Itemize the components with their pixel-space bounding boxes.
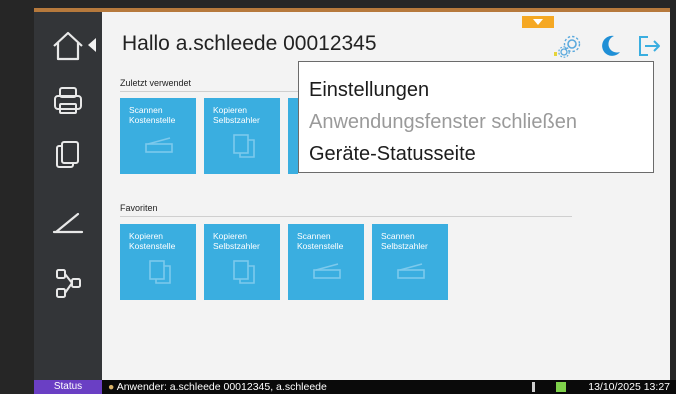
workflow-icon[interactable] <box>48 262 88 302</box>
logout-icon[interactable] <box>634 32 662 60</box>
tile-fav-scannen-kostenstelle[interactable]: Scannen Kostenstelle <box>288 224 364 300</box>
user-text: Anwender: a.schleede 00012345, a.schleed… <box>116 381 327 393</box>
tile-fav-kopieren-selbstzahler[interactable]: Kopieren Selbstzahler <box>204 224 280 300</box>
recent-divider <box>120 91 300 92</box>
tile-line2: Kostenstelle <box>129 241 176 251</box>
tile-line1: Scannen <box>297 231 331 241</box>
recent-section-label: Zuletzt verwendet <box>120 78 192 88</box>
favorites-section-label: Favoriten <box>120 203 158 213</box>
printer-icon[interactable] <box>48 80 88 120</box>
user-icon: ● <box>108 381 115 393</box>
status-button[interactable]: Status <box>34 380 102 394</box>
tile-line1: Kopieren <box>213 105 248 115</box>
sidebar <box>34 12 102 380</box>
favorites-divider <box>120 216 572 217</box>
tile-recent-partial[interactable] <box>288 98 298 174</box>
menu-item-device-status[interactable]: Geräte-Statusseite <box>309 138 653 170</box>
datetime: 13/10/2025 13:27 <box>588 381 670 393</box>
tile-line1: Scannen <box>381 231 415 241</box>
tile-line1: Kopieren <box>213 231 248 241</box>
tile-line1: Scannen <box>129 105 163 115</box>
copy-doc-icon <box>142 258 176 284</box>
menu-item-einstellungen[interactable]: Einstellungen <box>309 74 653 106</box>
copy-doc-icon <box>226 258 260 284</box>
tile-recent-kopieren-selbstzahler[interactable]: Kopieren Selbstzahler <box>204 98 280 174</box>
tile-line2: Selbstzahler <box>213 115 260 125</box>
network-status-icon <box>556 382 566 392</box>
home-icon[interactable] <box>48 26 88 66</box>
tile-fav-scannen-selbstzahler[interactable]: Scannen Selbstzahler <box>372 224 448 300</box>
menu-item-close-window: Anwendungsfenster schließen <box>309 111 577 133</box>
settings-dropdown-menu: Einstellungen Anwendungsfenster schließe… <box>298 61 654 173</box>
copy-icon[interactable] <box>48 136 88 176</box>
tile-line2: Kostenstelle <box>129 115 176 125</box>
settings-gear-icon[interactable] <box>556 32 584 60</box>
page-title: Hallo a.schleede 00012345 <box>122 32 377 55</box>
moon-icon[interactable] <box>596 32 624 60</box>
active-indicator <box>88 38 96 52</box>
tile-line2: Selbstzahler <box>213 241 260 251</box>
tile-line2: Kostenstelle <box>297 241 344 251</box>
scanner-icon[interactable] <box>48 202 88 242</box>
tile-fav-kopieren-kostenstelle[interactable]: Kopieren Kostenstelle <box>120 224 196 300</box>
signal-icon <box>532 382 535 392</box>
tile-line2: Selbstzahler <box>381 241 428 251</box>
indicator-mark <box>554 52 557 56</box>
status-bar: Status ● Anwender: a.schleede 00012345, … <box>34 380 676 394</box>
tile-line1: Kopieren <box>129 231 164 241</box>
tile-recent-scannen-kostenstelle[interactable]: Scannen Kostenstelle <box>120 98 196 174</box>
scan-icon <box>310 258 344 284</box>
pull-down-tab[interactable] <box>522 16 554 28</box>
app-window: Hallo a.schleede 00012345 Zuletzt verwen… <box>0 0 676 394</box>
scan-icon <box>394 258 428 284</box>
copy-doc-icon <box>226 132 260 158</box>
current-user: ● Anwender: a.schleede 00012345, a.schle… <box>108 380 327 394</box>
scan-icon <box>142 132 176 158</box>
